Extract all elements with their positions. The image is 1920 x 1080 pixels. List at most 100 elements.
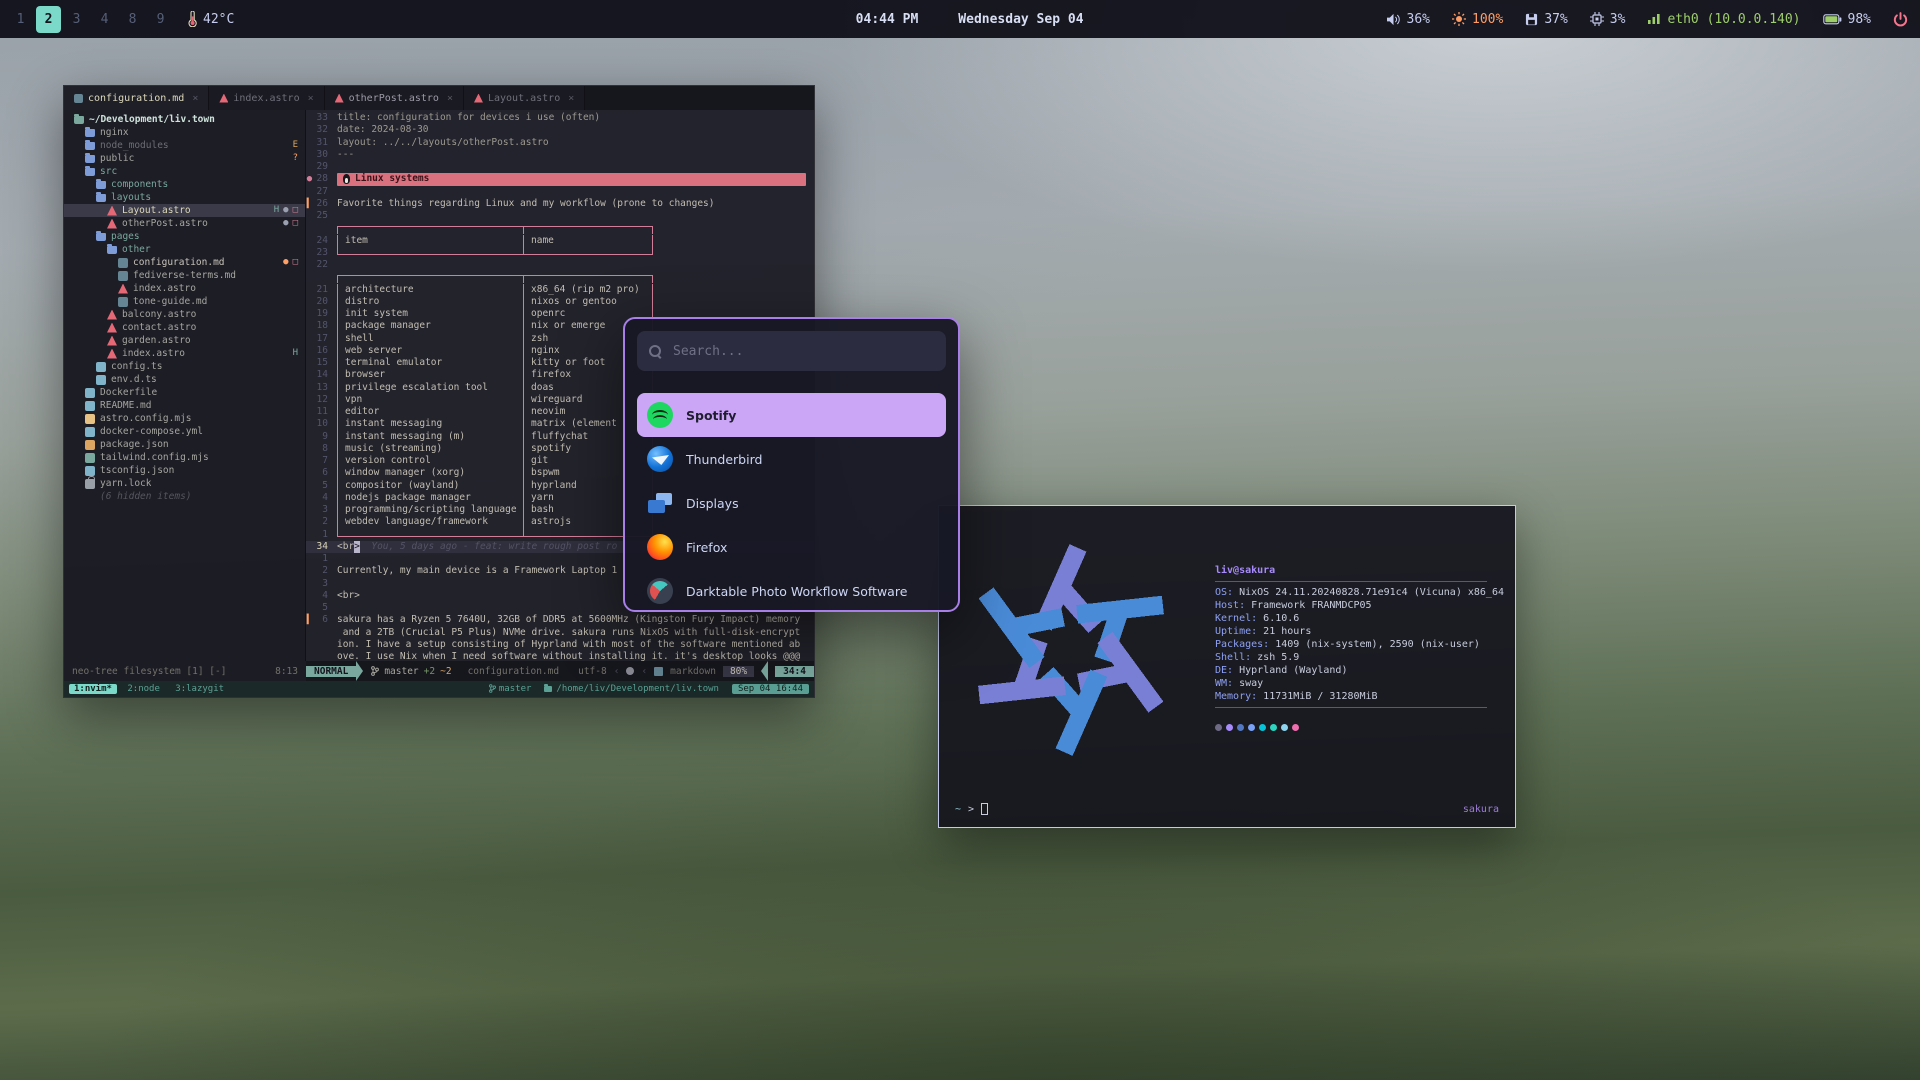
tree-item[interactable]: public ? <box>64 152 305 165</box>
volume-module[interactable]: 36% <box>1386 12 1430 27</box>
nixos-logo <box>955 530 1187 770</box>
battery-value: 98% <box>1848 12 1871 27</box>
close-tab-icon[interactable]: × <box>447 93 453 104</box>
workspace-button[interactable]: 9 <box>148 6 173 33</box>
battery-module[interactable]: 98% <box>1823 12 1871 27</box>
terminal-color-palette <box>1215 724 1501 731</box>
tree-item[interactable]: docker-compose.yml <box>64 425 305 438</box>
tree-item[interactable]: node_modules E <box>64 139 305 152</box>
close-tab-icon[interactable]: × <box>568 93 574 104</box>
tree-item[interactable]: Dockerfile <box>64 386 305 399</box>
tree-item[interactable]: config.ts <box>64 360 305 373</box>
launcher-item[interactable]: Firefox <box>637 525 946 569</box>
table-cell-item: window manager (xorg) <box>337 467 523 479</box>
sign-column <box>306 308 313 320</box>
editor-tab[interactable]: Layout.astro × <box>464 86 585 110</box>
workspace-button[interactable]: 3 <box>64 6 89 33</box>
launcher-item[interactable]: Thunderbird <box>637 437 946 481</box>
tmux-window[interactable]: 1:nvim* <box>69 684 117 694</box>
line-number: 8 <box>313 443 337 455</box>
launcher-item[interactable]: Displays <box>637 481 946 525</box>
tree-item[interactable]: (6 hidden items) <box>64 490 305 503</box>
tree-item[interactable]: index.astro H <box>64 347 305 360</box>
palette-dot <box>1248 724 1255 731</box>
info-key: Host <box>1215 599 1251 612</box>
tree-item[interactable]: fediverse-terms.md <box>64 269 305 282</box>
tree-item[interactable]: package.json <box>64 438 305 451</box>
table-cell-item: nodejs package manager <box>337 492 523 504</box>
tmux-window[interactable]: 3:lazygit <box>170 684 229 694</box>
editor-line: ▍ 6 sakura has a Ryzen 5 7640U, 32GB of … <box>306 614 814 626</box>
tree-item[interactable]: src <box>64 165 305 178</box>
sign-column <box>306 541 313 553</box>
prompt-char: > <box>968 804 974 815</box>
system-info: liv@sakura OS NixOS 24.11.20240828.71e91… <box>1215 564 1501 770</box>
tabline: configuration.md × index.astro × otherPo… <box>64 86 814 110</box>
tree-item[interactable]: astro.config.mjs <box>64 412 305 425</box>
workspace-button[interactable]: 1 <box>8 6 33 33</box>
editor-tab[interactable]: index.astro × <box>209 86 324 110</box>
tree-item[interactable]: ~/Development/liv.town <box>64 113 305 126</box>
search-input[interactable] <box>671 343 934 360</box>
tree-item[interactable]: garden.astro <box>64 334 305 347</box>
line-number: 4 <box>313 492 337 504</box>
launcher-item[interactable]: Darktable Photo Workflow Software <box>637 569 946 612</box>
line-number: 1 <box>313 529 337 541</box>
tree-item[interactable]: components <box>64 178 305 191</box>
editor-tab[interactable]: otherPost.astro × <box>325 86 464 110</box>
workspace-button[interactable]: 8 <box>120 6 145 33</box>
cpu-module[interactable]: 3% <box>1590 12 1626 27</box>
workspace-button[interactable]: 2 <box>36 6 61 33</box>
power-button[interactable] <box>1893 12 1908 27</box>
launcher-results: Spotify Thunderbird Displays Firefox Dar… <box>637 393 946 612</box>
brightness-module[interactable]: 100% <box>1452 12 1503 27</box>
tmux-window[interactable]: 2:node <box>122 684 165 694</box>
editor-tab[interactable]: configuration.md × <box>64 86 209 110</box>
sign-column <box>306 602 313 614</box>
scroll-percent: 80% <box>723 666 754 677</box>
table-cell-item: compositor (wayland) <box>337 480 523 492</box>
os-icon <box>626 667 634 675</box>
close-tab-icon[interactable]: × <box>308 93 314 104</box>
shell-prompt[interactable]: ~ > <box>955 803 988 815</box>
launcher-item[interactable]: Spotify <box>637 393 946 437</box>
network-module[interactable]: eth0 (10.0.0.140) <box>1647 12 1800 27</box>
tree-item[interactable]: otherPost.astro ●□ <box>64 217 305 230</box>
tree-item[interactable]: yarn.lock <box>64 477 305 490</box>
editor-line: 30 --- --- --- <box>306 149 814 161</box>
tree-item[interactable]: README.md <box>64 399 305 412</box>
tree-item[interactable]: index.astro <box>64 282 305 295</box>
network-value: eth0 (10.0.0.140) <box>1667 12 1800 27</box>
git-status-marks: ? <box>293 152 298 165</box>
info-row: Host Framework FRANMDCP05 <box>1215 599 1501 612</box>
tree-item[interactable]: other <box>64 243 305 256</box>
disk-module[interactable]: 37% <box>1525 12 1567 27</box>
sign-column <box>306 480 313 492</box>
tree-item[interactable]: balcony.astro <box>64 308 305 321</box>
workspace-button[interactable]: 4 <box>92 6 117 33</box>
editor-line: ove. I use Nix when I need software with… <box>306 651 814 661</box>
tree-item[interactable]: env.d.ts <box>64 373 305 386</box>
line-number: 17 <box>313 333 337 345</box>
tree-item[interactable]: contact.astro <box>64 321 305 334</box>
tree-item[interactable]: Layout.astro H●□ <box>64 204 305 217</box>
line-number: 27 <box>313 186 337 198</box>
tree-item[interactable]: tailwind.config.mjs <box>64 451 305 464</box>
tree-item[interactable]: tone-guide.md <box>64 295 305 308</box>
status-mark: H <box>293 347 298 360</box>
table-cell-item: instant messaging <box>337 418 523 430</box>
tree-item[interactable]: pages <box>64 230 305 243</box>
info-value: NixOS 24.11.20240828.71e91c4 (Vicuna) x8… <box>1239 586 1504 599</box>
close-tab-icon[interactable]: × <box>192 93 198 104</box>
line-number: 15 <box>313 357 337 369</box>
info-value: Framework FRANMDCP05 <box>1251 599 1371 612</box>
line-number: 9 <box>313 431 337 443</box>
line-number: 22 <box>313 259 337 271</box>
tree-item[interactable]: nginx <box>64 126 305 139</box>
editor-line: 31 layout: ../../layouts/otherPost.astro… <box>306 137 814 149</box>
tree-item-label: tsconfig.json <box>100 464 174 477</box>
tree-item[interactable]: layouts <box>64 191 305 204</box>
launcher-search[interactable] <box>637 331 946 371</box>
tree-item[interactable]: configuration.md ●□ <box>64 256 305 269</box>
tree-item[interactable]: tsconfig.json <box>64 464 305 477</box>
